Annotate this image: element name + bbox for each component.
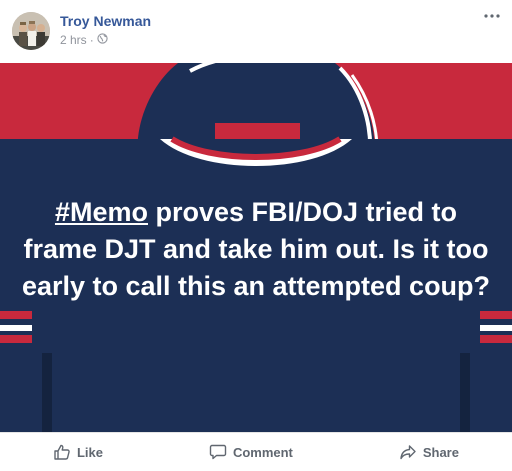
comment-label: Comment — [232, 444, 293, 460]
comment-button[interactable]: Comment — [209, 443, 293, 461]
facebook-post: Troy Newman 2 hrs · #Memo proves FBI/DOJ… — [0, 0, 512, 470]
post-background-image[interactable]: #Memo proves FBI/DOJ tried to frame DJT … — [0, 63, 512, 432]
post-text-content: #Memo proves FBI/DOJ tried to frame DJT … — [21, 194, 491, 305]
comment-icon — [209, 443, 227, 461]
globe-icon[interactable] — [97, 33, 108, 47]
hashtag-link[interactable]: #Memo — [55, 197, 148, 227]
action-bar: Like Comment Share — [0, 432, 512, 471]
meta-separator: · — [89, 33, 94, 47]
share-button[interactable]: Share — [399, 443, 459, 461]
post-text: #Memo proves FBI/DOJ tried to frame DJT … — [0, 63, 512, 432]
author-name[interactable]: Troy Newman — [60, 13, 151, 29]
like-label: Like — [76, 444, 103, 460]
share-label: Share — [422, 444, 459, 460]
post-meta: 2 hrs · — [60, 33, 108, 47]
post-time[interactable]: 2 hrs — [60, 33, 87, 47]
share-arrow-icon — [399, 443, 417, 461]
more-options-icon[interactable] — [480, 6, 504, 26]
like-button[interactable]: Like — [53, 443, 103, 461]
post-header: Troy Newman 2 hrs · — [0, 0, 512, 62]
thumbs-up-icon — [53, 443, 71, 461]
avatar[interactable] — [12, 12, 50, 50]
